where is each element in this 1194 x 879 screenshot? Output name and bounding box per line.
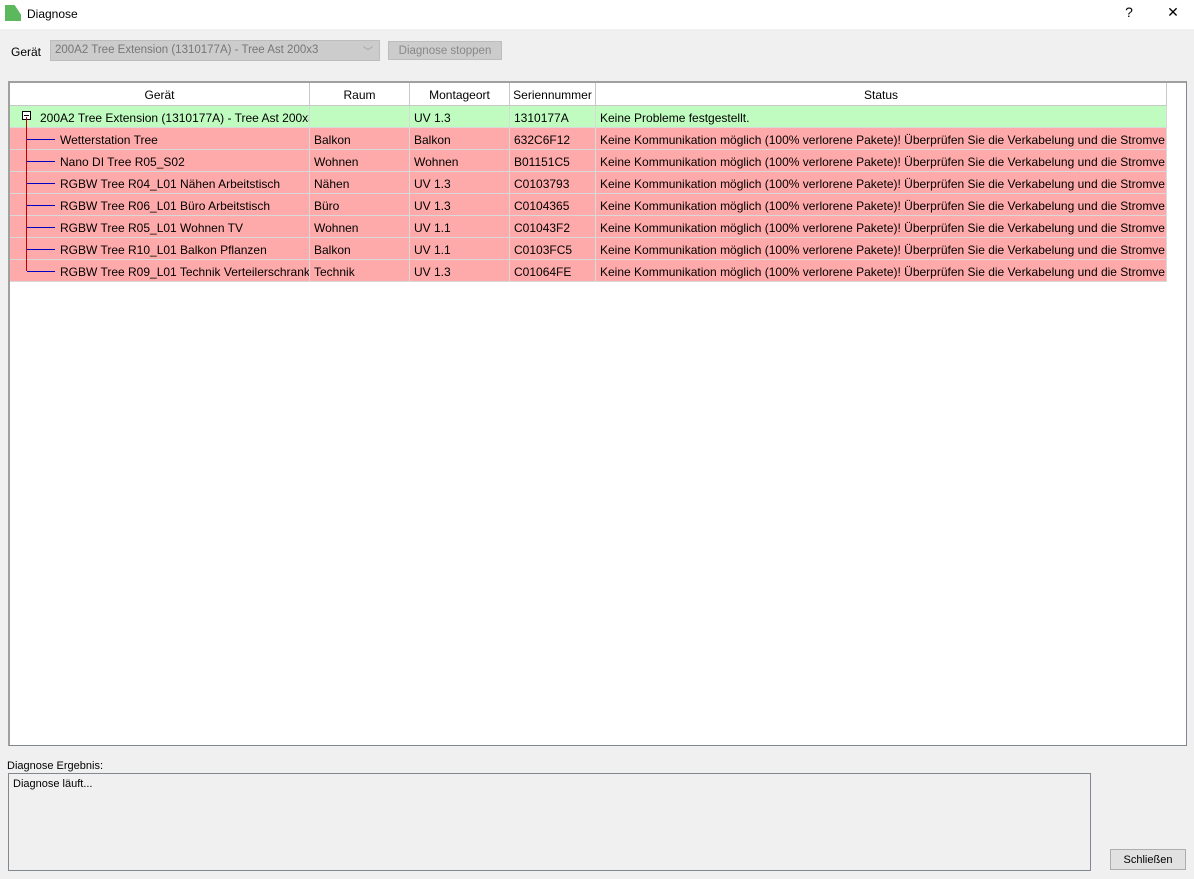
cell-raum: Balkon	[310, 128, 410, 150]
cell-montageort: UV 1.1	[410, 238, 510, 260]
result-label: Diagnose Ergebnis:	[7, 760, 104, 772]
stop-diagnosis-button[interactable]: Diagnose stoppen	[388, 41, 502, 60]
tree-row[interactable]: RGBW Tree R10_L01 Balkon Pflanzen Balkon U…	[10, 238, 1167, 260]
cell-raum: Wohnen	[310, 150, 410, 172]
cell-serial: C0103FC5	[510, 238, 596, 260]
cell-geraet: RGBW Tree R10_L01 Balkon Pflanzen	[10, 238, 310, 260]
app-icon	[5, 5, 21, 21]
device-select-value: 200A2 Tree Extension (1310177A) - Tree A…	[55, 44, 319, 56]
cell-serial: C01064FE	[510, 260, 596, 282]
cell-serial: C0103793	[510, 172, 596, 194]
tree-row[interactable]: Nano DI Tree R05_S02 Wohnen Wohnen B01151C5…	[10, 150, 1167, 172]
result-textbox[interactable]: Diagnose läuft...	[8, 773, 1091, 871]
tree-branch-line	[27, 139, 55, 140]
cell-geraet: 200A2 Tree Extension (1310177A) - Tree A…	[10, 106, 310, 128]
close-window-button[interactable]: ✕	[1163, 4, 1183, 21]
tree-row-root[interactable]: 200A2 Tree Extension (1310177A) - Tree A…	[10, 106, 1167, 128]
diagnosis-tree-table[interactable]: Gerät Raum Montageort Seriennummer Statu…	[8, 81, 1187, 746]
cell-montageort: UV 1.1	[410, 216, 510, 238]
window-title: Diagnose	[27, 7, 78, 21]
cell-geraet: RGBW Tree R04_L01 Nähen Arbeitstisch	[10, 172, 310, 194]
column-header-geraet[interactable]: Gerät	[10, 83, 310, 106]
tree-row[interactable]: RGBW Tree R05_L01 Wohnen TV Wohnen UV 1.1 C…	[10, 216, 1167, 238]
cell-serial: C01043F2	[510, 216, 596, 238]
cell-raum	[310, 106, 410, 128]
cell-serial: 632C6F12	[510, 128, 596, 150]
device-select[interactable]: 200A2 Tree Extension (1310177A) - Tree A…	[50, 40, 380, 61]
cell-montageort: UV 1.3	[410, 260, 510, 282]
cell-raum: Wohnen	[310, 216, 410, 238]
cell-montageort: UV 1.3	[410, 194, 510, 216]
tree-branch-line	[27, 161, 55, 162]
cell-montageort: Wohnen	[410, 150, 510, 172]
tree-row[interactable]: RGBW Tree R06_L01 Büro Arbeitstisch Büro U…	[10, 194, 1167, 216]
tree-branch-line	[27, 183, 55, 184]
tree-row[interactable]: RGBW Tree R09_L01 Technik Verteilerschra…	[10, 260, 1167, 282]
cell-serial: C0104365	[510, 194, 596, 216]
cell-montageort: Balkon	[410, 128, 510, 150]
cell-status: Keine Kommunikation möglich (100% verlor…	[596, 194, 1167, 216]
column-header-status[interactable]: Status	[596, 83, 1167, 106]
cell-status: Keine Kommunikation möglich (100% verlor…	[596, 260, 1167, 282]
cell-serial: 1310177A	[510, 106, 596, 128]
title-bar: Diagnose ? ✕	[0, 0, 1194, 29]
cell-montageort: UV 1.3	[410, 172, 510, 194]
tree-branch-line	[27, 271, 55, 272]
cell-raum: Nähen	[310, 172, 410, 194]
cell-geraet: RGBW Tree R09_L01 Technik Verteilerschra…	[10, 260, 310, 282]
tree-branch-line	[27, 249, 55, 250]
column-header-montageort[interactable]: Montageort	[410, 83, 510, 106]
tree-branch-line	[27, 205, 55, 206]
cell-serial: B01151C5	[510, 150, 596, 172]
cell-raum: Balkon	[310, 238, 410, 260]
cell-montageort: UV 1.3	[410, 106, 510, 128]
cell-raum: Büro	[310, 194, 410, 216]
column-header-seriennummer[interactable]: Seriennummer	[510, 83, 596, 106]
device-label: Gerät	[11, 45, 42, 59]
cell-status: Keine Kommunikation möglich (100% verlor…	[596, 172, 1167, 194]
cell-status: Keine Kommunikation möglich (100% verlor…	[596, 128, 1167, 150]
cell-status: Keine Kommunikation möglich (100% verlor…	[596, 216, 1167, 238]
result-text: Diagnose läuft...	[13, 778, 93, 790]
cell-geraet: RGBW Tree R05_L01 Wohnen TV	[10, 216, 310, 238]
close-button[interactable]: Schließen	[1110, 849, 1186, 870]
tree-row[interactable]: Wetterstation Tree Balkon Balkon 632C6F12 Ke…	[10, 128, 1167, 150]
help-button[interactable]: ?	[1119, 4, 1139, 20]
cell-geraet: Wetterstation Tree	[10, 128, 310, 150]
tree-trunk-line	[26, 117, 27, 271]
tree-branch-line	[27, 227, 55, 228]
tree-row[interactable]: RGBW Tree R04_L01 Nähen Arbeitstisch Nähe…	[10, 172, 1167, 194]
cell-raum: Technik	[310, 260, 410, 282]
cell-status: Keine Probleme festgestellt.	[596, 106, 1167, 128]
cell-geraet: Nano DI Tree R05_S02	[10, 150, 310, 172]
column-header-raum[interactable]: Raum	[310, 83, 410, 106]
cell-geraet: RGBW Tree R06_L01 Büro Arbeitstisch	[10, 194, 310, 216]
cell-status: Keine Kommunikation möglich (100% verlor…	[596, 238, 1167, 260]
cell-status: Keine Kommunikation möglich (100% verlor…	[596, 150, 1167, 172]
chevron-down-icon: ﹀	[363, 47, 373, 58]
